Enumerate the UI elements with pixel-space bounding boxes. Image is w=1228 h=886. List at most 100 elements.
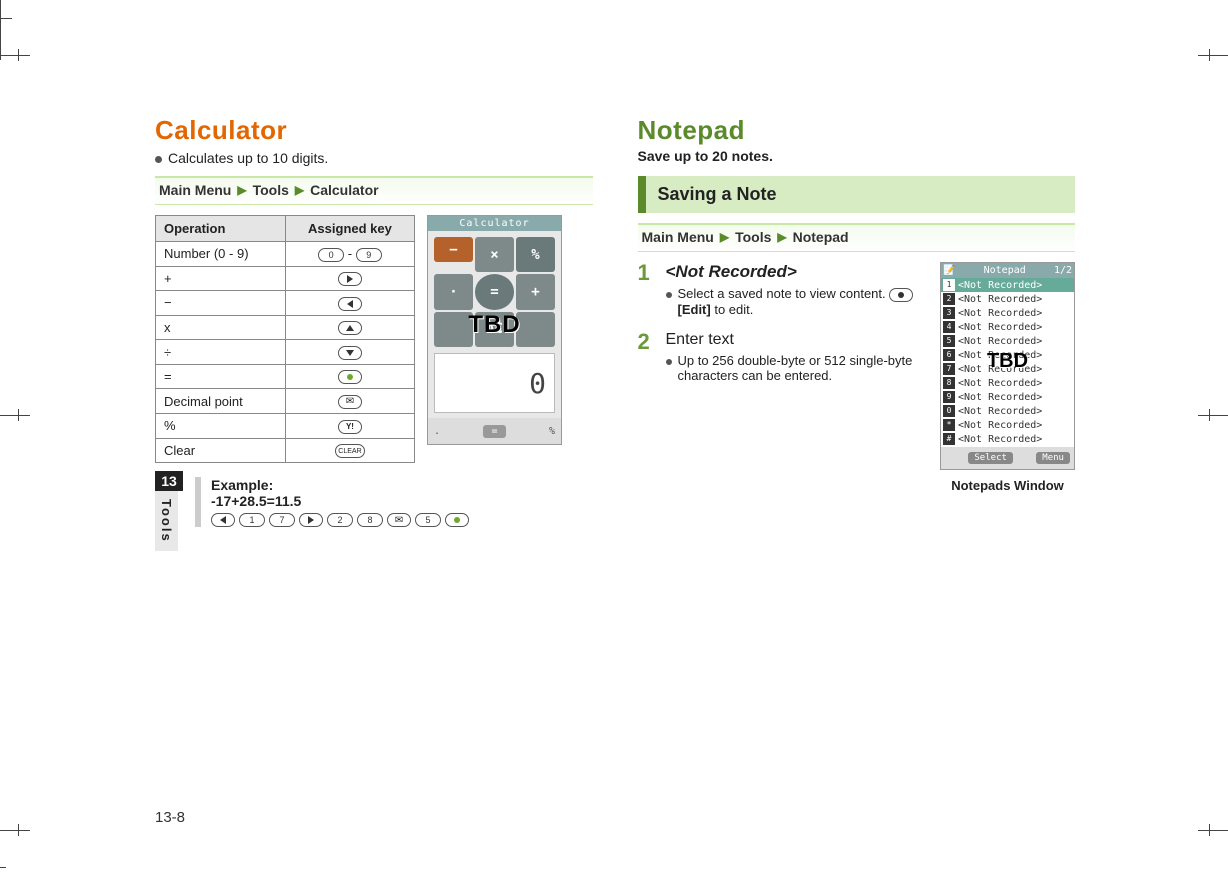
chevron-right-icon: ▶: [777, 230, 786, 244]
list-item-label: <Not Recorded>: [958, 364, 1042, 375]
breadcrumb-item: Tools: [253, 182, 289, 198]
key-7-icon: 7: [269, 513, 295, 527]
list-item: *<Not Recorded>: [941, 418, 1074, 432]
table-header-operation: Operation: [156, 216, 286, 242]
page-number: 13-8: [155, 809, 185, 826]
list-item-label: <Not Recorded>: [958, 434, 1042, 445]
key-9-icon: 9: [356, 248, 382, 262]
list-item-label: <Not Recorded>: [958, 280, 1042, 291]
table-row: Decimal point: [156, 389, 415, 414]
key-2-icon: 2: [327, 513, 353, 527]
list-index-icon: 3: [943, 307, 955, 319]
table-row: Clear CLEAR: [156, 438, 415, 463]
list-item-label: <Not Recorded>: [958, 350, 1042, 361]
softkey-mid: Select: [968, 452, 1013, 464]
table-row: ÷: [156, 340, 415, 365]
calc-softkey-bar: . = %: [428, 418, 561, 444]
dpad-right-icon: [299, 513, 323, 527]
table-row: Number (0 - 9) 0 - 9: [156, 242, 415, 267]
center-key-icon: [338, 370, 362, 384]
bullet-icon: [666, 359, 672, 365]
example-equation: -17+28.5=11.5: [211, 493, 469, 509]
step-bullet: Up to 256 double-byte or 512 single-byte…: [666, 353, 931, 383]
chevron-right-icon: ▶: [720, 230, 729, 244]
breadcrumb-item: Tools: [735, 229, 771, 245]
center-key-icon: [445, 513, 469, 527]
chapter-tab: 13 Tools: [155, 471, 183, 551]
list-item-label: <Not Recorded>: [958, 336, 1042, 347]
right-column: Notepad Save up to 20 notes. Saving a No…: [638, 115, 1076, 551]
section-heading: Saving a Note: [638, 176, 1076, 213]
list-item-label: <Not Recorded>: [958, 392, 1042, 403]
steps-list: 1 <Not Recorded> Select a saved note to …: [638, 262, 931, 397]
notepad-caption: Notepads Window: [940, 478, 1075, 493]
table-header-key: Assigned key: [285, 216, 414, 242]
key-1-icon: 1: [239, 513, 265, 527]
step-headline: <Not Recorded>: [666, 262, 931, 282]
notepad-softkey-bar: Select Menu: [941, 447, 1074, 469]
screenshot-title: Calculator: [428, 216, 561, 231]
screenshot-title: 📝 Notepad 1/2: [941, 263, 1074, 278]
breadcrumb-item: Notepad: [793, 229, 849, 245]
list-item-label: <Not Recorded>: [958, 294, 1042, 305]
center-key-icon: [889, 288, 913, 302]
mail-key-icon: [338, 395, 362, 409]
chapter-label: Tools: [155, 491, 178, 551]
list-index-icon: 4: [943, 321, 955, 333]
list-item: 5<Not Recorded>: [941, 334, 1074, 348]
list-item: 2<Not Recorded>: [941, 292, 1074, 306]
calculator-screenshot: Calculator − × % · = + AC 0 TBD: [427, 215, 562, 445]
step-bullet: Select a saved note to view content. [Ed…: [666, 286, 931, 317]
step-2: 2 Enter text Up to 256 double-byte or 51…: [638, 331, 931, 383]
notepad-heading: Notepad: [638, 115, 1076, 146]
list-item-label: <Not Recorded>: [958, 420, 1042, 431]
calculator-subtext-text: Calculates up to 10 digits.: [168, 150, 328, 166]
breadcrumb-calculator: Main Menu ▶ Tools ▶ Calculator: [155, 176, 593, 205]
list-index-icon: 0: [943, 405, 955, 417]
table-row: %: [156, 413, 415, 438]
list-item: 4<Not Recorded>: [941, 320, 1074, 334]
list-item-label: <Not Recorded>: [958, 378, 1042, 389]
key-0-icon: 0: [318, 248, 344, 262]
bullet-icon: [666, 292, 672, 298]
notepad-subtitle: Save up to 20 notes.: [638, 148, 1076, 164]
list-item: 9<Not Recorded>: [941, 390, 1074, 404]
list-item: 7<Not Recorded>: [941, 362, 1074, 376]
list-item-label: <Not Recorded>: [958, 308, 1042, 319]
list-index-icon: #: [943, 433, 955, 445]
tbd-overlay: TBD: [428, 231, 561, 418]
notepad-screenshot-wrap: 📝 Notepad 1/2 TBD 1<Not Recorded>2<Not R…: [940, 262, 1075, 493]
step-1: 1 <Not Recorded> Select a saved note to …: [638, 262, 931, 317]
softkey-mid: =: [483, 425, 505, 438]
list-index-icon: 1: [943, 279, 955, 291]
mail-key-icon: [387, 513, 411, 527]
key-8-icon: 8: [357, 513, 383, 527]
notepad-screenshot: 📝 Notepad 1/2 TBD 1<Not Recorded>2<Not R…: [940, 262, 1075, 470]
list-index-icon: 9: [943, 391, 955, 403]
cropmark-left-3: [0, 415, 30, 416]
softkey-right: Menu: [1036, 452, 1070, 464]
example-key-sequence: 1 7 2 8 5: [211, 513, 469, 527]
list-index-icon: 2: [943, 293, 955, 305]
step-number: 2: [638, 331, 656, 383]
table-row: =: [156, 364, 415, 389]
breadcrumb-item: Main Menu: [159, 182, 231, 198]
breadcrumb-item: Calculator: [310, 182, 378, 198]
softkey-left: .: [434, 426, 440, 437]
chevron-right-icon: ▶: [237, 183, 246, 197]
clear-key-icon: CLEAR: [335, 444, 365, 458]
list-index-icon: 7: [943, 363, 955, 375]
dpad-down-icon: [338, 346, 362, 360]
table-row: +: [156, 266, 415, 291]
softkey-right: %: [549, 426, 555, 437]
list-item: 1<Not Recorded>: [941, 278, 1074, 292]
list-item: 3<Not Recorded>: [941, 306, 1074, 320]
calculator-heading: Calculator: [155, 115, 593, 146]
cropmark-top: [0, 0, 1, 30]
cropmark-right-1: [1198, 55, 1228, 56]
dpad-up-icon: [338, 321, 362, 335]
notepad-list: TBD 1<Not Recorded>2<Not Recorded>3<Not …: [941, 278, 1074, 447]
dpad-left-icon: [211, 513, 235, 527]
screenshot-body: − × % · = + AC 0 TBD: [428, 231, 561, 418]
example-block: Example: -17+28.5=11.5 1 7 2 8 5: [195, 477, 469, 527]
